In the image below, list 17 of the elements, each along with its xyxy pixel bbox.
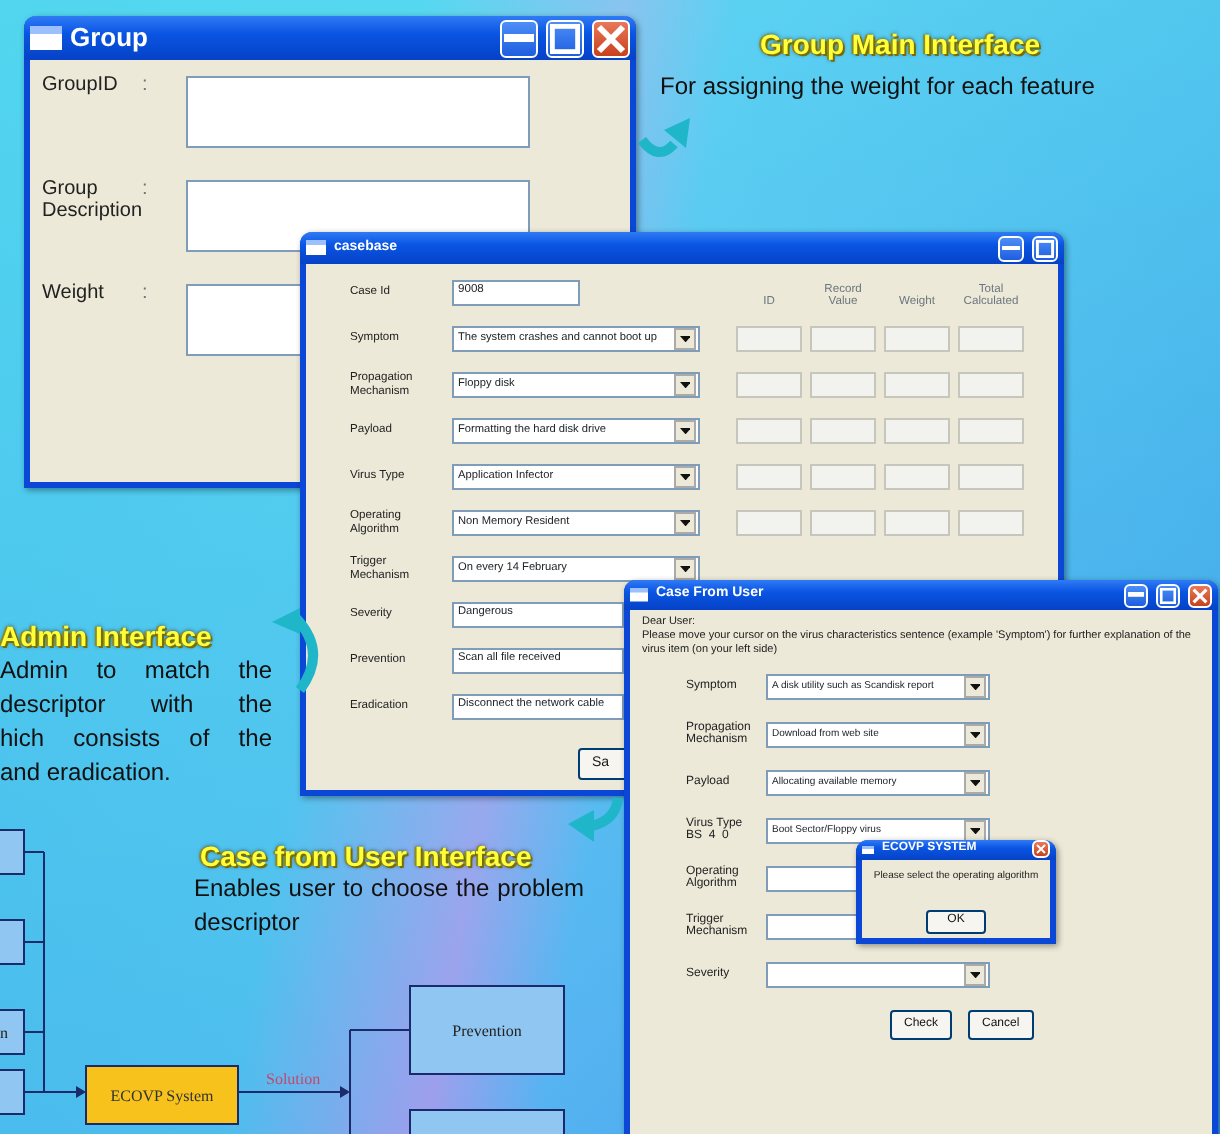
edge-label: Solution: [266, 1070, 321, 1088]
caption-text: Enables user to choose the problem descriptor: [194, 872, 584, 940]
colon: :: [142, 284, 150, 308]
field-label: Group Description: [42, 180, 142, 225]
caption-text: Admin to match the descriptor with the hich consists of the and eradication.: [0, 654, 272, 790]
caption-heading: Admin Interface: [0, 618, 212, 656]
diagram-box: ECOVP System: [85, 1065, 239, 1125]
window-title: Group: [70, 20, 150, 57]
field-label: Weight: [42, 284, 106, 308]
colon: :: [142, 76, 150, 100]
diagram-box: n: [0, 1009, 25, 1055]
field-label: GroupID: [42, 76, 120, 100]
caption-heading: Group Main Interface: [760, 26, 1041, 64]
caption-text: For assigning the weight for each feature: [660, 70, 1095, 104]
caption-heading: Case from User Interface: [200, 838, 532, 876]
colon: :: [142, 180, 150, 204]
diagram-box: Prevention: [409, 985, 565, 1075]
